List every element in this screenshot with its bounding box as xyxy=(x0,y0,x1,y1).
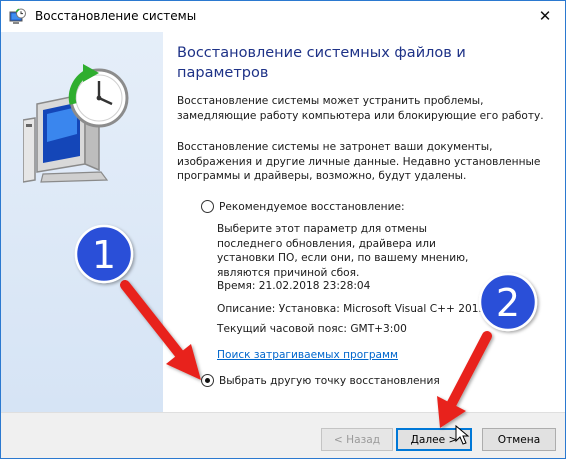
restore-point-description: Описание: Установка: Microsoft Visual C+… xyxy=(217,303,513,315)
wizard-content: Восстановление системных файлов и параме… xyxy=(163,32,565,412)
close-icon: ✕ xyxy=(538,7,552,25)
system-restore-window: Восстановление системы ✕ Восстановление … xyxy=(0,0,566,459)
choose-other-label: Выбрать другую точку восстановления xyxy=(219,374,440,387)
next-button[interactable]: Далее > xyxy=(396,428,472,451)
recommended-radio[interactable] xyxy=(201,200,214,213)
system-restore-illustration-icon xyxy=(23,64,129,183)
recommended-restore-option[interactable]: Рекомендуемое восстановление: xyxy=(201,200,405,213)
wizard-sidebar xyxy=(1,32,163,412)
choose-other-point-option[interactable]: Выбрать другую точку восстановления xyxy=(201,374,440,387)
cancel-button[interactable]: Отмена xyxy=(482,428,556,451)
button-bar: < Назад Далее > Отмена xyxy=(1,412,565,458)
system-restore-icon xyxy=(9,8,26,24)
title-bar[interactable]: Восстановление системы ✕ xyxy=(1,1,565,32)
restore-point-time: Время: 21.02.2018 23:28:04 xyxy=(217,280,371,292)
scan-affected-programs-link[interactable]: Поиск затрагиваемых программ xyxy=(217,349,398,361)
timezone-text: Текущий часовой пояс: GMT+3:00 xyxy=(217,323,407,335)
intro-text: Восстановление системы может устранить п… xyxy=(177,95,544,122)
choose-other-radio[interactable] xyxy=(201,374,214,387)
page-title: Восстановление системных файлов и параме… xyxy=(177,45,466,81)
back-button[interactable]: < Назад xyxy=(321,428,393,451)
close-button[interactable]: ✕ xyxy=(525,1,565,31)
info-text: Восстановление системы не затронет ваши … xyxy=(177,141,541,183)
recommended-description: Выберите этот параметр для отмены послед… xyxy=(217,223,469,279)
recommended-label: Рекомендуемое восстановление: xyxy=(219,200,405,213)
window-title: Восстановление системы xyxy=(35,9,197,23)
